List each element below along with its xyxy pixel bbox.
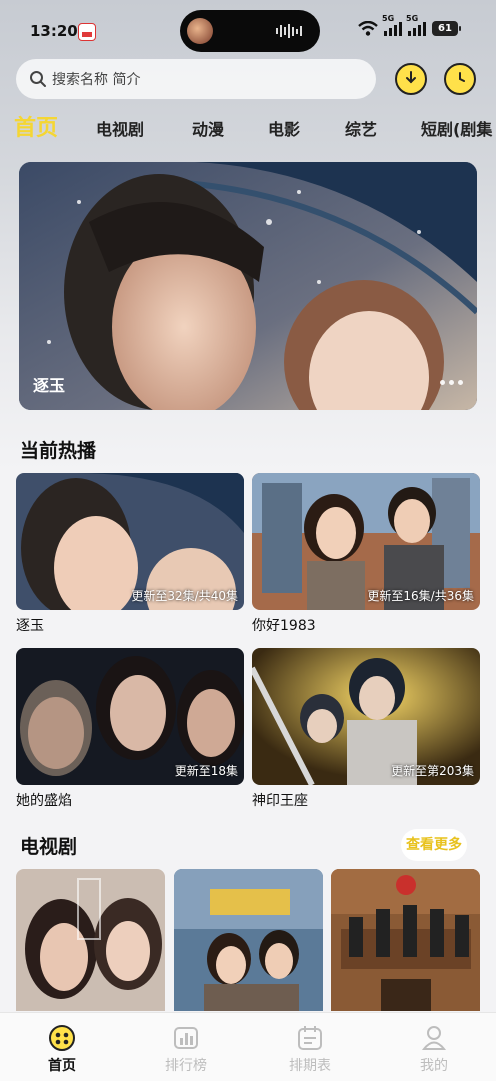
show-title: 你好1983	[252, 618, 316, 634]
tab-anime[interactable]: 动漫	[192, 116, 224, 140]
hero-banner[interactable]: 逐玉	[19, 162, 477, 410]
dynamic-island[interactable]	[180, 10, 320, 52]
show-card[interactable]: 更新至32集/共40集 逐玉	[16, 473, 244, 635]
see-more-button[interactable]: 查看更多	[401, 829, 467, 861]
status-time: 13:20	[30, 22, 78, 40]
signal-icon-2: 5G	[406, 14, 426, 36]
status-bar: 13:20 5G 5G 61	[0, 0, 496, 62]
download-button[interactable]	[395, 63, 427, 95]
notification-app-icon	[78, 23, 96, 41]
home-icon	[49, 1025, 75, 1051]
update-badge: 更新至第203集	[391, 764, 474, 778]
banner-title: 逐玉	[33, 376, 66, 395]
network-type-2: 5G	[406, 14, 419, 23]
history-icon	[459, 72, 465, 82]
show-thumbnail: 更新至32集/共40集	[16, 473, 244, 610]
nav-label: 首页	[48, 1058, 76, 1074]
battery-indicator: 61	[432, 21, 461, 36]
media-avatar	[187, 18, 213, 44]
show-thumbnail: 更新至16集/共36集	[252, 473, 480, 610]
tv-poster[interactable]	[331, 869, 480, 1011]
nav-schedule[interactable]: 排期表	[248, 1013, 372, 1081]
nav-label: 我的	[420, 1058, 448, 1074]
nav-label: 排行榜	[165, 1058, 207, 1074]
tab-home[interactable]: 首页	[14, 110, 58, 142]
download-icon	[406, 71, 416, 84]
bottom-navigation: 首页 排行榜 排期表 我的	[0, 1012, 496, 1081]
ranking-icon	[174, 1027, 198, 1049]
update-badge: 更新至32集/共40集	[131, 589, 238, 603]
tab-short-drama[interactable]: 短剧(剧集	[421, 116, 492, 140]
nav-home[interactable]: 首页	[0, 1013, 124, 1081]
network-type-1: 5G	[382, 14, 395, 23]
history-button[interactable]	[444, 63, 476, 95]
profile-icon	[421, 1026, 447, 1050]
show-card[interactable]: 更新至第203集 神印王座	[252, 648, 480, 810]
wifi-icon	[358, 21, 378, 36]
search-input[interactable]	[50, 65, 354, 95]
carousel-indicator	[440, 380, 463, 385]
search-bar[interactable]	[16, 59, 376, 99]
audio-wave-icon	[276, 24, 302, 38]
update-badge: 更新至18集	[174, 764, 238, 778]
search-icon	[30, 71, 46, 87]
calendar-icon	[298, 1026, 322, 1050]
show-card[interactable]: 更新至16集/共36集 你好1983	[252, 473, 480, 635]
tab-tv[interactable]: 电视剧	[96, 116, 144, 140]
tab-movie[interactable]: 电影	[268, 116, 300, 140]
show-title: 神印王座	[252, 793, 308, 809]
system-icons: 5G 5G 61	[358, 14, 461, 36]
show-title: 她的盛焰	[16, 793, 72, 809]
banner-image	[19, 162, 477, 410]
nav-label: 排期表	[289, 1058, 331, 1074]
signal-icon: 5G	[382, 14, 402, 36]
category-tabs: 首页 电视剧 动漫 电影 综艺 短剧(剧集	[0, 110, 496, 146]
tv-poster[interactable]	[16, 869, 165, 1011]
tv-poster[interactable]	[174, 869, 323, 1011]
show-title: 逐玉	[16, 618, 44, 634]
show-thumbnail: 更新至第203集	[252, 648, 480, 785]
tab-variety[interactable]: 综艺	[345, 116, 377, 140]
section-title-now-playing: 当前热播	[20, 440, 97, 462]
show-thumbnail: 更新至18集	[16, 648, 244, 785]
show-card[interactable]: 更新至18集 她的盛焰	[16, 648, 244, 810]
section-title-tv: 电视剧	[20, 836, 78, 858]
nav-profile[interactable]: 我的	[372, 1013, 496, 1081]
update-badge: 更新至16集/共36集	[367, 589, 474, 603]
nav-ranking[interactable]: 排行榜	[124, 1013, 248, 1081]
